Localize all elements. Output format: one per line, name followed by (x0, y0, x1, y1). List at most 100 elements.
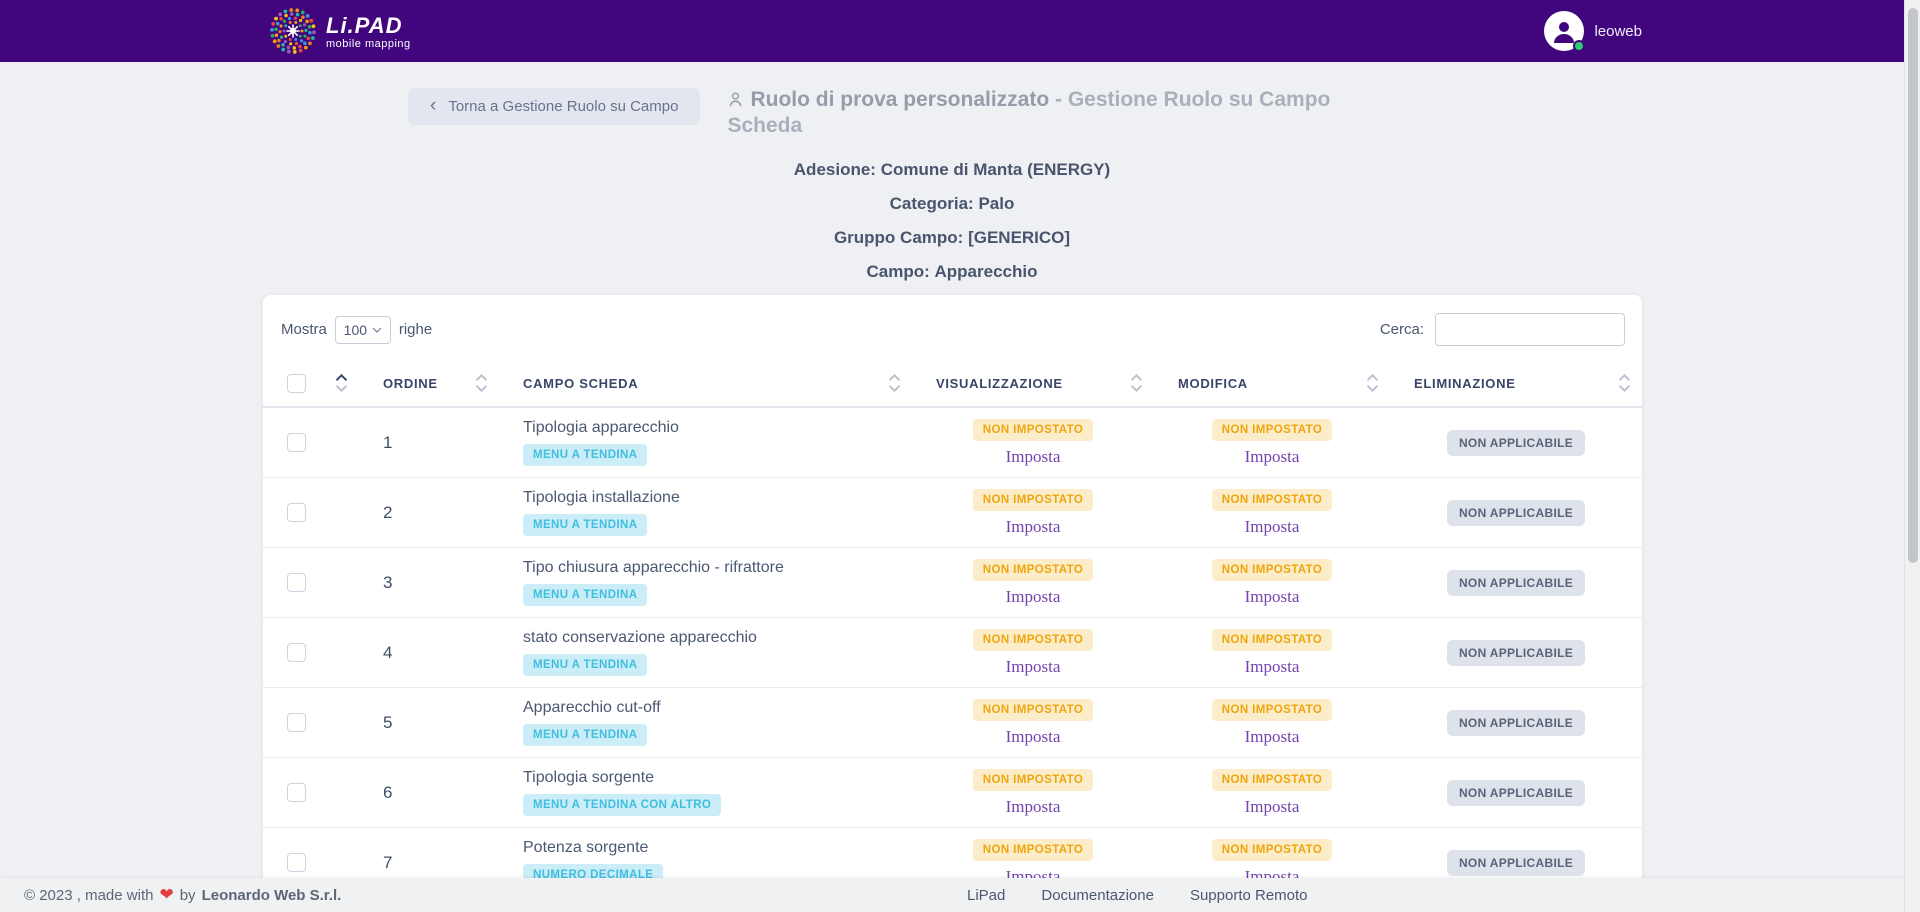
context-meta: Adesione: Comune di Manta (ENERGY) Categ… (0, 160, 1904, 282)
back-button[interactable]: ‹ Torna a Gestione Ruolo su Campo (408, 88, 700, 125)
visualizzazione-status-badge: NON IMPOSTATO (973, 419, 1093, 441)
ordine-value: 5 (383, 713, 392, 732)
row-modifica: NON IMPOSTATO Imposta (1154, 419, 1390, 467)
eliminazione-status-badge: NON APPLICABILE (1447, 570, 1585, 596)
sort-arrows[interactable] (889, 374, 900, 392)
visualizzazione-status-badge: NON IMPOSTATO (973, 769, 1093, 791)
table-row: 4 stato conservazione apparecchio MENU A… (263, 618, 1642, 688)
visualizzazione-imposta-link[interactable]: Imposta (1006, 447, 1061, 467)
sort-arrows[interactable] (1619, 374, 1630, 392)
visualizzazione-imposta-link[interactable]: Imposta (1006, 517, 1061, 537)
select-all-checkbox[interactable] (287, 374, 306, 393)
avatar (1544, 11, 1584, 51)
row-eliminazione: NON APPLICABILE (1390, 570, 1642, 596)
meta-categoria: Categoria: Palo (0, 194, 1904, 214)
modifica-status-badge: NON IMPOSTATO (1212, 769, 1332, 791)
header-modifica[interactable]: MODIFICA (1154, 360, 1390, 406)
visualizzazione-imposta-link[interactable]: Imposta (1006, 797, 1061, 817)
sort-arrows[interactable] (476, 374, 487, 392)
sort-desc-icon (1619, 385, 1630, 392)
row-eliminazione: NON APPLICABILE (1390, 710, 1642, 736)
row-ordine: 6 (359, 783, 499, 803)
rows-label: righe (399, 321, 432, 338)
modifica-imposta-link[interactable]: Imposta (1245, 797, 1300, 817)
eliminazione-status-badge: NON APPLICABILE (1447, 850, 1585, 876)
campo-name: Tipologia installazione (523, 489, 680, 507)
user-menu[interactable]: leoweb (1544, 11, 1642, 51)
modifica-imposta-link[interactable]: Imposta (1245, 447, 1300, 467)
header-campo-scheda[interactable]: CAMPO SCHEDA (499, 360, 912, 406)
sort-desc-icon (889, 385, 900, 392)
ordine-value: 2 (383, 503, 392, 522)
modifica-status-badge: NON IMPOSTATO (1212, 489, 1332, 511)
field-type-badge: MENU A TENDINA (523, 514, 647, 536)
page-length-select[interactable]: 100 (335, 316, 391, 344)
company-name: Leonardo Web S.r.l. (202, 887, 342, 904)
table-body: 1 Tipologia apparecchio MENU A TENDINA N… (263, 408, 1642, 898)
row-checkbox[interactable] (287, 853, 306, 872)
vertical-scrollbar[interactable] (1904, 0, 1920, 912)
footer-link-documentazione[interactable]: Documentazione (1041, 887, 1154, 904)
page-title-strong: Ruolo di prova personalizzato (750, 88, 1049, 111)
logo-text: Li.PAD mobile mapping (326, 13, 411, 50)
table-controls: Mostra 100 righe Cerca: (263, 295, 1642, 360)
modifica-imposta-link[interactable]: Imposta (1245, 517, 1300, 537)
scrollbar-thumb[interactable] (1908, 8, 1918, 563)
chevron-down-icon (372, 327, 382, 333)
visualizzazione-imposta-link[interactable]: Imposta (1006, 587, 1061, 607)
eliminazione-status-badge: NON APPLICABILE (1447, 430, 1585, 456)
ordine-value: 7 (383, 853, 392, 872)
page-title: Ruolo di prova personalizzato - Gestione… (727, 88, 1387, 138)
row-checkbox-cell (263, 713, 359, 732)
row-checkbox[interactable] (287, 503, 306, 522)
sort-desc-icon (1131, 385, 1142, 392)
row-checkbox[interactable] (287, 783, 306, 802)
modifica-imposta-link[interactable]: Imposta (1245, 657, 1300, 677)
header-eliminazione[interactable]: ELIMINAZIONE (1390, 360, 1642, 406)
sort-arrows[interactable] (336, 374, 347, 392)
eliminazione-status-badge: NON APPLICABILE (1447, 710, 1585, 736)
row-visualizzazione: NON IMPOSTATO Imposta (912, 769, 1154, 817)
row-campo-scheda: Tipologia sorgente MENU A TENDINA CON AL… (499, 769, 912, 816)
header-visualizzazione[interactable]: VISUALIZZAZIONE (912, 360, 1154, 406)
eliminazione-status-badge: NON APPLICABILE (1447, 780, 1585, 806)
row-checkbox[interactable] (287, 713, 306, 732)
modifica-imposta-link[interactable]: Imposta (1245, 727, 1300, 747)
header-ordine[interactable]: ORDINE (359, 360, 499, 406)
search-input[interactable] (1435, 313, 1625, 346)
visualizzazione-status-badge: NON IMPOSTATO (973, 629, 1093, 651)
visualizzazione-imposta-link[interactable]: Imposta (1006, 727, 1061, 747)
row-eliminazione: NON APPLICABILE (1390, 850, 1642, 876)
row-checkbox[interactable] (287, 573, 306, 592)
sort-arrows[interactable] (1367, 374, 1378, 392)
logo[interactable]: Li.PAD mobile mapping (268, 6, 411, 56)
row-checkbox[interactable] (287, 643, 306, 662)
search-label: Cerca: (1380, 321, 1424, 338)
visualizzazione-status-badge: NON IMPOSTATO (973, 559, 1093, 581)
page-head: ‹ Torna a Gestione Ruolo su Campo Ruolo … (408, 88, 1920, 138)
field-type-badge: MENU A TENDINA (523, 654, 647, 676)
row-campo-scheda: Tipo chiusura apparecchio - rifrattore M… (499, 559, 912, 606)
footer-link-supporto-remoto[interactable]: Supporto Remoto (1190, 887, 1308, 904)
top-navbar: Li.PAD mobile mapping leoweb (0, 0, 1920, 62)
sort-asc-icon (1131, 374, 1142, 381)
sort-asc-icon (476, 374, 487, 381)
sort-arrows[interactable] (1131, 374, 1142, 392)
modifica-imposta-link[interactable]: Imposta (1245, 587, 1300, 607)
page-length-value: 100 (344, 322, 367, 338)
row-checkbox-cell (263, 503, 359, 522)
search-control: Cerca: (1380, 313, 1625, 346)
row-modifica: NON IMPOSTATO Imposta (1154, 559, 1390, 607)
visualizzazione-imposta-link[interactable]: Imposta (1006, 657, 1061, 677)
row-modifica: NON IMPOSTATO Imposta (1154, 489, 1390, 537)
table-row: 1 Tipologia apparecchio MENU A TENDINA N… (263, 408, 1642, 478)
sort-asc-icon (1367, 374, 1378, 381)
logo-subtitle: mobile mapping (326, 39, 411, 50)
footer-links: LiPad Documentazione Supporto Remoto (967, 887, 1308, 904)
online-status-dot (1573, 40, 1585, 52)
chevron-left-icon: ‹ (430, 96, 436, 115)
row-visualizzazione: NON IMPOSTATO Imposta (912, 489, 1154, 537)
footer-link-lipad[interactable]: LiPad (967, 887, 1005, 904)
row-checkbox[interactable] (287, 433, 306, 452)
row-campo-scheda: Apparecchio cut-off MENU A TENDINA (499, 699, 912, 746)
